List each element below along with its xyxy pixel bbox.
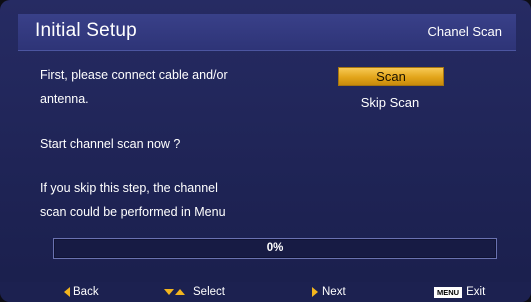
scan-button[interactable]: Scan bbox=[338, 67, 444, 86]
back-label: Back bbox=[73, 286, 99, 298]
header-bar: Initial Setup Chanel Scan bbox=[18, 14, 516, 51]
footer-next[interactable]: Next bbox=[312, 286, 346, 298]
footer-select[interactable]: Select bbox=[164, 286, 225, 298]
footer-back[interactable]: Back bbox=[64, 286, 99, 298]
setup-screen: Initial Setup Chanel Scan First, please … bbox=[0, 0, 531, 302]
skip-info-line-1: If you skip this step, the channel bbox=[40, 181, 218, 195]
arrow-right-icon bbox=[312, 287, 318, 297]
page-title: Initial Setup bbox=[35, 20, 137, 41]
exit-label: Exit bbox=[466, 286, 486, 298]
arrow-down-icon bbox=[164, 289, 174, 295]
footer-exit[interactable]: MENU Exit bbox=[434, 286, 485, 298]
page-subtitle: Chanel Scan bbox=[427, 24, 502, 39]
skip-info-line-2: scan could be performed in Menu bbox=[40, 205, 226, 219]
menu-key-icon: MENU bbox=[434, 286, 463, 298]
arrow-up-icon bbox=[175, 289, 185, 295]
progress-label: 0% bbox=[266, 242, 284, 254]
instruction-line-2: antenna. bbox=[40, 92, 89, 106]
next-label: Next bbox=[322, 286, 346, 298]
arrow-left-icon bbox=[64, 287, 70, 297]
scan-progress-bar: 0% bbox=[53, 238, 497, 259]
instruction-line-1: First, please connect cable and/or bbox=[40, 68, 228, 82]
skip-scan-button[interactable]: Skip Scan bbox=[338, 94, 442, 111]
question-text: Start channel scan now ? bbox=[40, 137, 181, 151]
select-label: Select bbox=[193, 286, 225, 298]
